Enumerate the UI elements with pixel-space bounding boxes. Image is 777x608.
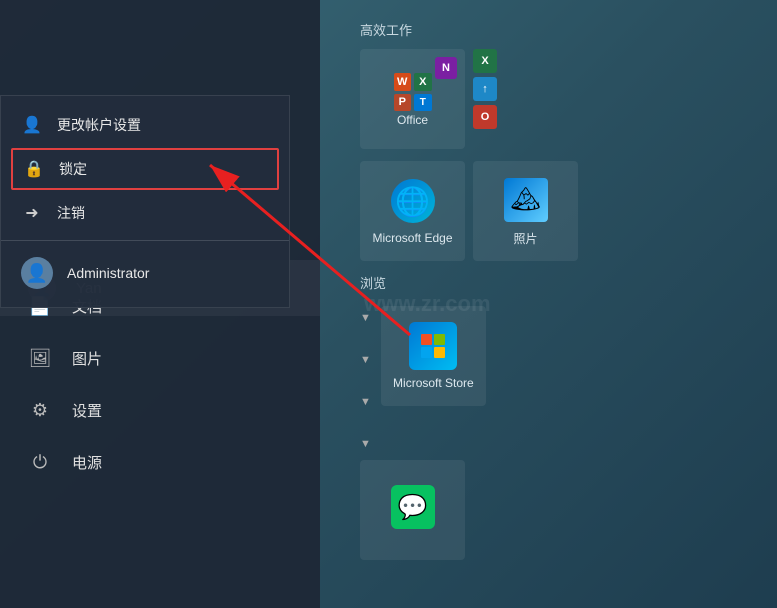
power-icon: ⏻ — [28, 450, 52, 474]
office-icons-grid: W X P T — [392, 71, 434, 113]
pictures-icon: 🖼 — [28, 346, 52, 370]
store-sq4 — [434, 347, 445, 358]
apps-grid-browse-row: 🌐 Microsoft Edge 🏔 照片 — [360, 161, 757, 261]
sidebar-item-power[interactable]: ⏻ 电源 — [0, 436, 320, 488]
account-settings-label: 更改帐户设置 — [57, 115, 141, 135]
office-label: Office — [397, 113, 428, 127]
edge-icon: 🌐 — [389, 177, 437, 225]
word-mini-icon: W — [394, 73, 412, 91]
popup-lock[interactable]: 🔒 锁定 — [11, 148, 279, 190]
admin-avatar: 👤 — [21, 257, 53, 289]
store-sq3 — [421, 347, 432, 358]
wechat-icon-shape: 💬 — [391, 485, 435, 529]
ppt-mini-icon: P — [394, 94, 412, 112]
logout-icon: ➜ — [21, 202, 43, 224]
section2-header: 浏览 — [360, 273, 757, 292]
chevron2[interactable]: ▼ — [360, 354, 371, 366]
sidebar-item-pictures[interactable]: 🖼 图片 — [0, 332, 320, 384]
section1-header: 高效工作 — [360, 20, 757, 39]
excel-icon-small: X — [473, 49, 497, 73]
expand-rows: ▼ ▼ ▼ ▼ Microsoft Store — [360, 302, 757, 450]
apps-area: 高效工作 N W X P T Office X ↑ O 🌐 Microsoft … — [340, 0, 777, 608]
sidebar-menu: 📄 文档 🖼 图片 ⚙ 设置 ⏻ 电源 — [0, 280, 320, 488]
photos-icon: 🏔 — [502, 176, 550, 224]
teams-mini-icon: T — [414, 94, 432, 112]
excel-mini-icon: X — [414, 73, 432, 91]
office-tile[interactable]: N W X P T Office — [360, 49, 465, 149]
store-label: Microsoft Store — [393, 376, 474, 390]
sidebar-item-settings[interactable]: ⚙ 设置 — [0, 384, 320, 436]
power-label: 电源 — [72, 452, 102, 473]
account-settings-icon: 👤 — [21, 114, 43, 136]
onenote-mini-icon: N — [435, 57, 457, 79]
popup-logout[interactable]: ➜ 注销 — [1, 192, 289, 234]
photos-icon-shape: 🏔 — [504, 178, 548, 222]
outlook-icon-small: O — [473, 105, 497, 129]
user-popup: 👤 更改帐户设置 🔒 锁定 ➜ 注销 👤 Administrator — [0, 95, 290, 308]
wechat-row: 💬 — [360, 460, 757, 560]
settings-icon: ⚙ — [28, 398, 52, 422]
photos-tile[interactable]: 🏔 照片 — [473, 161, 578, 261]
chevron3[interactable]: ▼ — [360, 396, 371, 408]
office-extra-icons: X ↑ O — [473, 49, 523, 149]
edge-tile[interactable]: 🌐 Microsoft Edge — [360, 161, 465, 261]
lock-icon: 🔒 — [23, 158, 45, 180]
store-grid — [421, 334, 445, 358]
chevrons-col: ▼ ▼ ▼ ▼ — [360, 302, 377, 450]
logout-label: 注销 — [57, 203, 85, 223]
pictures-label: 图片 — [72, 348, 102, 369]
wechat-icon: 💬 — [389, 483, 437, 531]
popup-account-settings[interactable]: 👤 更改帐户设置 — [1, 104, 289, 146]
popup-divider — [1, 240, 289, 241]
popup-admin-user: 👤 Administrator — [1, 247, 289, 299]
admin-label: Administrator — [67, 265, 149, 281]
chevron1[interactable]: ▼ — [360, 312, 371, 324]
store-icon-shape — [409, 322, 457, 370]
chevron4[interactable]: ▼ — [360, 438, 371, 450]
photos-label: 照片 — [513, 230, 537, 247]
onedrive-icon-small: ↑ — [473, 77, 497, 101]
edge-label: Microsoft Edge — [372, 231, 452, 245]
lock-label: 锁定 — [59, 159, 87, 179]
store-sq1 — [421, 334, 432, 345]
store-sq2 — [434, 334, 445, 345]
settings-label: 设置 — [72, 400, 102, 421]
store-icon — [409, 322, 457, 370]
apps-grid-productive: N W X P T Office X ↑ O — [360, 49, 757, 149]
store-tile[interactable]: Microsoft Store — [381, 306, 486, 406]
wechat-tile[interactable]: 💬 — [360, 460, 465, 560]
edge-icon-shape: 🌐 — [391, 179, 435, 223]
